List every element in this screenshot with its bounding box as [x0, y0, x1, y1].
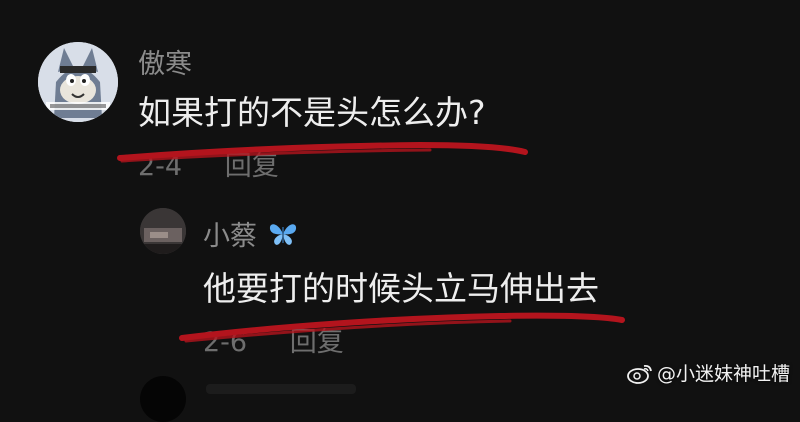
reply-button[interactable]: 回复 — [290, 327, 344, 358]
reply-meta: 2-6 回复 — [203, 320, 344, 359]
red-underline-annotations — [117, 141, 625, 343]
avatar[interactable] — [140, 208, 186, 254]
reply-username — [206, 384, 356, 394]
weibo-icon — [627, 362, 653, 384]
photo-avatar-icon — [140, 208, 186, 254]
reply-date: 2-6 — [203, 327, 248, 358]
comment-date: 2-4 — [138, 151, 183, 182]
watermark: @小迷妹神吐槽 — [627, 359, 790, 386]
watermark-text: @小迷妹神吐槽 — [656, 363, 790, 385]
reply-button[interactable]: 回复 — [225, 151, 279, 182]
reply-username[interactable]: 小蔡 — [203, 214, 298, 255]
reply-text: 他要打的时候头立马伸出去 — [203, 269, 599, 308]
cartoon-cat-avatar-icon — [38, 42, 118, 122]
comment-username[interactable]: 傲寒 — [138, 42, 192, 81]
reply-username-label: 小蔡 — [203, 221, 257, 252]
comment-text: 如果打的不是头怎么办? — [138, 93, 486, 132]
comment-meta: 2-4 回复 — [138, 144, 279, 183]
avatar[interactable] — [140, 376, 186, 422]
butterfly-icon — [268, 220, 298, 255]
avatar[interactable] — [38, 42, 118, 122]
